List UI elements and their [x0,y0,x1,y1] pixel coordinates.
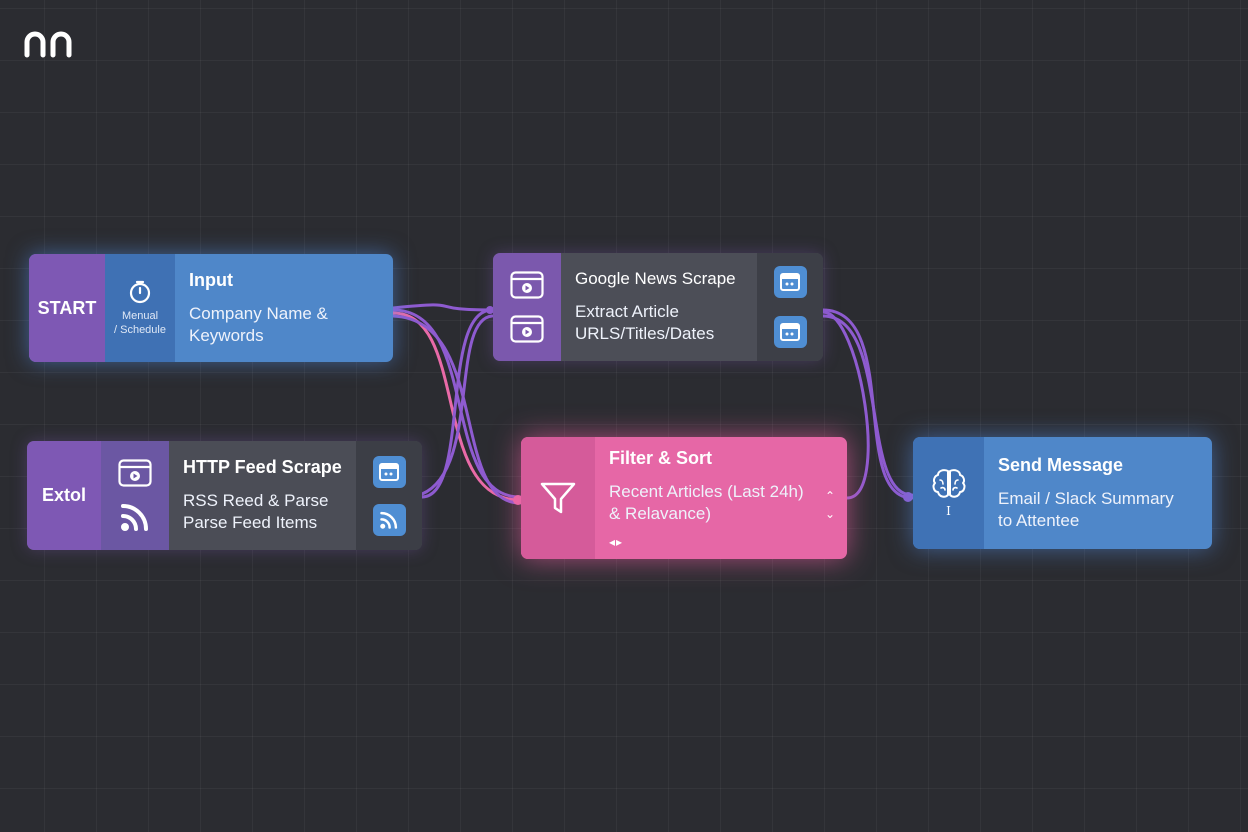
node-action-column [356,441,422,550]
node-icon-column: I [913,437,984,549]
connection-wires [391,303,914,505]
desc-line-1: Company Name & [189,303,328,323]
node-icon-column [493,253,561,361]
brain-icon [932,469,965,498]
wire-http-google-2[interactable] [420,314,494,496]
trigger-segment[interactable]: Menual / Schedule [105,254,175,362]
rss-icon [121,503,148,531]
browser-window-button[interactable] [372,455,406,488]
browser-play-icon [510,315,544,343]
funnel-icon [540,482,576,514]
node-action-column [757,253,823,361]
start-label: START [29,254,105,362]
browser-window-icon [379,462,399,481]
node-description: Extract Article URLS/Titles/Dates [575,301,743,345]
text-cursor-icon: I [946,504,951,518]
expand-toggle[interactable]: ⌃ ⌄ [825,487,835,523]
rss-button[interactable] [372,503,406,536]
wire-input-google[interactable] [391,303,494,312]
node-filter-sort[interactable]: Filter & Sort Recent Articles (Last 24h)… [521,437,847,559]
chevron-up-icon[interactable]: ⌃ [825,487,835,505]
desc-line-2: Parse Feed Items [183,513,318,532]
node-input[interactable]: START Menual / Schedule Input Company Na… [29,254,393,362]
wire-http-google[interactable] [420,308,494,499]
node-http-feed-scrape[interactable]: Extol HTTP Feed Scrape RSS Reed & Parse … [27,441,422,550]
desc-line-1: Recent Articles (Last 24h) [609,481,804,501]
desc-line-2: URLS/Titles/Dates [575,324,715,343]
node-description: RSS Reed & Parse Parse Feed Items [183,490,342,534]
browser-play-icon [118,458,152,487]
browser-play-icon [510,271,544,299]
node-title: Input [189,269,233,290]
desc-line-2: & Relavance) [609,503,712,523]
node-title: Send Message [998,454,1124,475]
browser-window-button[interactable] [773,316,807,348]
node-icon-column [101,441,169,550]
chevron-down-icon[interactable]: ⌄ [825,505,835,523]
desc-line-2: Keywords [189,325,264,345]
desc-line-1: RSS Reed & Parse [183,491,329,510]
trigger-line-1: Menual [121,310,159,322]
stopwatch-icon [129,280,151,304]
node-send-message[interactable]: I Send Message Email / Slack Summary to … [913,437,1212,549]
node-label: Extol [27,441,101,550]
workflow-canvas[interactable]: START Menual / Schedule Input Company Na… [0,0,1248,832]
browser-window-button[interactable] [773,266,807,298]
browser-window-icon [780,323,800,341]
node-description: Company Name & Keywords [189,303,379,347]
node-description: Recent Articles (Last 24h) & Relavance) [609,481,833,525]
node-title: HTTP Feed Scrape [183,457,342,477]
n8n-logo-icon[interactable] [22,28,82,60]
browser-window-icon [780,273,800,291]
desc-line-2: to Attentee [998,510,1080,530]
rss-icon [380,511,398,529]
node-title: Filter & Sort [609,447,713,468]
node-icon-column [521,437,595,559]
node-title: Google News Scrape [575,269,736,288]
send-input-handle[interactable] [903,492,913,502]
resize-arrows-icon[interactable]: ◂▸ [609,535,833,549]
desc-line-1: Extract Article [575,302,679,321]
trigger-line-2: / Schedule [114,324,166,336]
node-description: Email / Slack Summary to Attentee [998,488,1198,532]
desc-line-1: Email / Slack Summary [998,488,1174,508]
node-google-news-scrape[interactable]: Google News Scrape Extract Article URLS/… [493,253,823,361]
